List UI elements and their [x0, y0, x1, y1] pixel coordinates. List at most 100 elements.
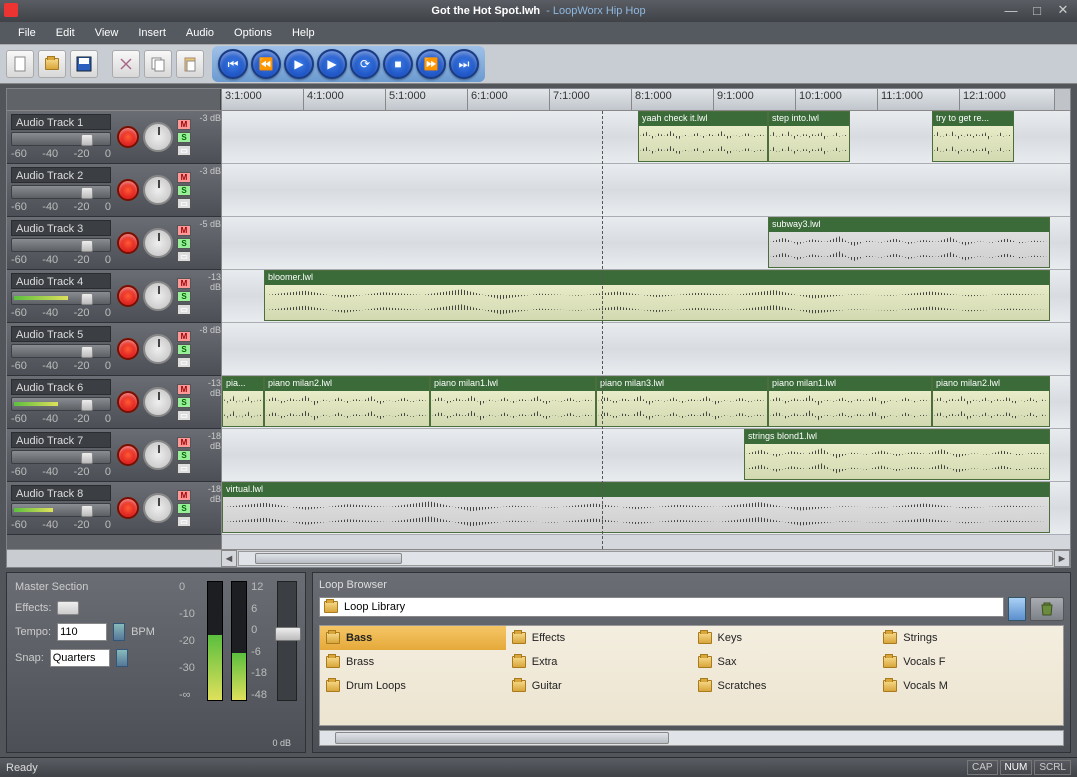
track-volume-slider[interactable]	[11, 291, 111, 305]
fx-button[interactable]: ▭	[177, 516, 191, 527]
track-lane[interactable]	[222, 164, 1070, 217]
track-lane[interactable]: subway3.lwl	[222, 217, 1070, 270]
track-lane[interactable]: virtual.lwl	[222, 482, 1070, 535]
fx-button[interactable]: ▭	[177, 410, 191, 421]
pan-knob[interactable]	[143, 228, 173, 258]
browser-path-dropdown[interactable]	[1008, 597, 1026, 621]
browser-folder[interactable]: Bass	[320, 626, 506, 650]
stop-button[interactable]: ■	[383, 49, 413, 79]
snap-select[interactable]	[50, 649, 110, 667]
new-button[interactable]	[6, 50, 34, 78]
audio-clip[interactable]: piano milan1.lwl	[430, 376, 596, 427]
play-button[interactable]: ▶	[284, 49, 314, 79]
audio-clip[interactable]: yaah check it.lwl	[638, 111, 768, 162]
browser-folder[interactable]: Vocals M	[877, 674, 1063, 698]
track-name-field[interactable]: Audio Track 2	[11, 167, 111, 183]
menu-help[interactable]: Help	[284, 25, 323, 41]
track-name-field[interactable]: Audio Track 6	[11, 379, 111, 395]
record-arm-button[interactable]	[117, 179, 139, 201]
browser-folder[interactable]: Effects	[506, 626, 692, 650]
audio-clip[interactable]: piano milan3.lwl	[596, 376, 768, 427]
play-selection-button[interactable]: ▶	[317, 49, 347, 79]
audio-clip[interactable]: piano milan1.lwl	[768, 376, 932, 427]
solo-button[interactable]: S	[177, 450, 191, 461]
audio-clip[interactable]: virtual.lwl	[222, 482, 1050, 533]
playhead[interactable]	[602, 111, 603, 549]
record-arm-button[interactable]	[117, 338, 139, 360]
track-lane[interactable]	[222, 323, 1070, 376]
effects-button[interactable]	[57, 601, 79, 615]
pan-knob[interactable]	[143, 493, 173, 523]
audio-clip[interactable]: subway3.lwl	[768, 217, 1050, 268]
browser-folder[interactable]: Extra	[506, 650, 692, 674]
loop-button[interactable]: ⟳	[350, 49, 380, 79]
mute-button[interactable]: M	[177, 437, 191, 448]
maximize-button[interactable]: □	[1029, 2, 1045, 18]
rewind-button[interactable]: ⏪	[251, 49, 281, 79]
menu-file[interactable]: File	[10, 25, 44, 41]
fx-button[interactable]: ▭	[177, 304, 191, 315]
browser-folder[interactable]: Drum Loops	[320, 674, 506, 698]
browser-folder[interactable]: Brass	[320, 650, 506, 674]
track-volume-slider[interactable]	[11, 238, 111, 252]
tempo-input[interactable]	[57, 623, 107, 641]
mute-button[interactable]: M	[177, 119, 191, 130]
fx-button[interactable]: ▭	[177, 463, 191, 474]
trash-button[interactable]	[1030, 597, 1064, 621]
fx-button[interactable]: ▭	[177, 251, 191, 262]
track-name-field[interactable]: Audio Track 7	[11, 432, 111, 448]
browser-folder[interactable]: Keys	[692, 626, 878, 650]
fx-button[interactable]: ▭	[177, 145, 191, 156]
record-arm-button[interactable]	[117, 391, 139, 413]
menu-insert[interactable]: Insert	[130, 25, 174, 41]
forward-end-button[interactable]: ⏭	[449, 49, 479, 79]
pan-knob[interactable]	[143, 334, 173, 364]
record-arm-button[interactable]	[117, 444, 139, 466]
browser-folder[interactable]: Guitar	[506, 674, 692, 698]
track-volume-slider[interactable]	[11, 185, 111, 199]
mute-button[interactable]: M	[177, 384, 191, 395]
fx-button[interactable]: ▭	[177, 357, 191, 368]
tempo-stepper[interactable]	[113, 623, 125, 641]
record-arm-button[interactable]	[117, 497, 139, 519]
track-volume-slider[interactable]	[11, 503, 111, 517]
arrangement-canvas[interactable]: yaah check it.lwlstep into.lwltry to get…	[221, 111, 1070, 549]
solo-button[interactable]: S	[177, 344, 191, 355]
pan-knob[interactable]	[143, 281, 173, 311]
copy-button[interactable]	[144, 50, 172, 78]
track-lane[interactable]: yaah check it.lwlstep into.lwltry to get…	[222, 111, 1070, 164]
browser-folder[interactable]: Scratches	[692, 674, 878, 698]
track-name-field[interactable]: Audio Track 8	[11, 485, 111, 501]
audio-clip[interactable]: bloomer.lwl	[264, 270, 1050, 321]
menu-options[interactable]: Options	[226, 25, 280, 41]
audio-clip[interactable]: pia...	[222, 376, 264, 427]
track-lane[interactable]: strings blond1.lwl	[222, 429, 1070, 482]
snap-dropdown[interactable]	[116, 649, 128, 667]
browser-folder[interactable]: Strings	[877, 626, 1063, 650]
audio-clip[interactable]: piano milan2.lwl	[264, 376, 430, 427]
track-volume-slider[interactable]	[11, 132, 111, 146]
audio-clip[interactable]: step into.lwl	[768, 111, 850, 162]
track-lane[interactable]: bloomer.lwl	[222, 270, 1070, 323]
track-name-field[interactable]: Audio Track 1	[11, 114, 111, 130]
timeline-ruler[interactable]: 3:1:0004:1:0005:1:0006:1:0007:1:0008:1:0…	[221, 89, 1054, 110]
solo-button[interactable]: S	[177, 238, 191, 249]
pan-knob[interactable]	[143, 122, 173, 152]
fx-button[interactable]: ▭	[177, 198, 191, 209]
record-arm-button[interactable]	[117, 285, 139, 307]
rewind-start-button[interactable]: ⏮	[218, 49, 248, 79]
menu-audio[interactable]: Audio	[178, 25, 222, 41]
track-name-field[interactable]: Audio Track 4	[11, 273, 111, 289]
master-fader[interactable]	[277, 581, 297, 701]
mute-button[interactable]: M	[177, 278, 191, 289]
track-volume-slider[interactable]	[11, 344, 111, 358]
browser-scrollbar[interactable]	[319, 730, 1064, 746]
open-button[interactable]	[38, 50, 66, 78]
solo-button[interactable]: S	[177, 503, 191, 514]
audio-clip[interactable]: strings blond1.lwl	[744, 429, 1050, 480]
record-arm-button[interactable]	[117, 126, 139, 148]
record-arm-button[interactable]	[117, 232, 139, 254]
menu-view[interactable]: View	[87, 25, 127, 41]
cut-button[interactable]	[112, 50, 140, 78]
mute-button[interactable]: M	[177, 225, 191, 236]
